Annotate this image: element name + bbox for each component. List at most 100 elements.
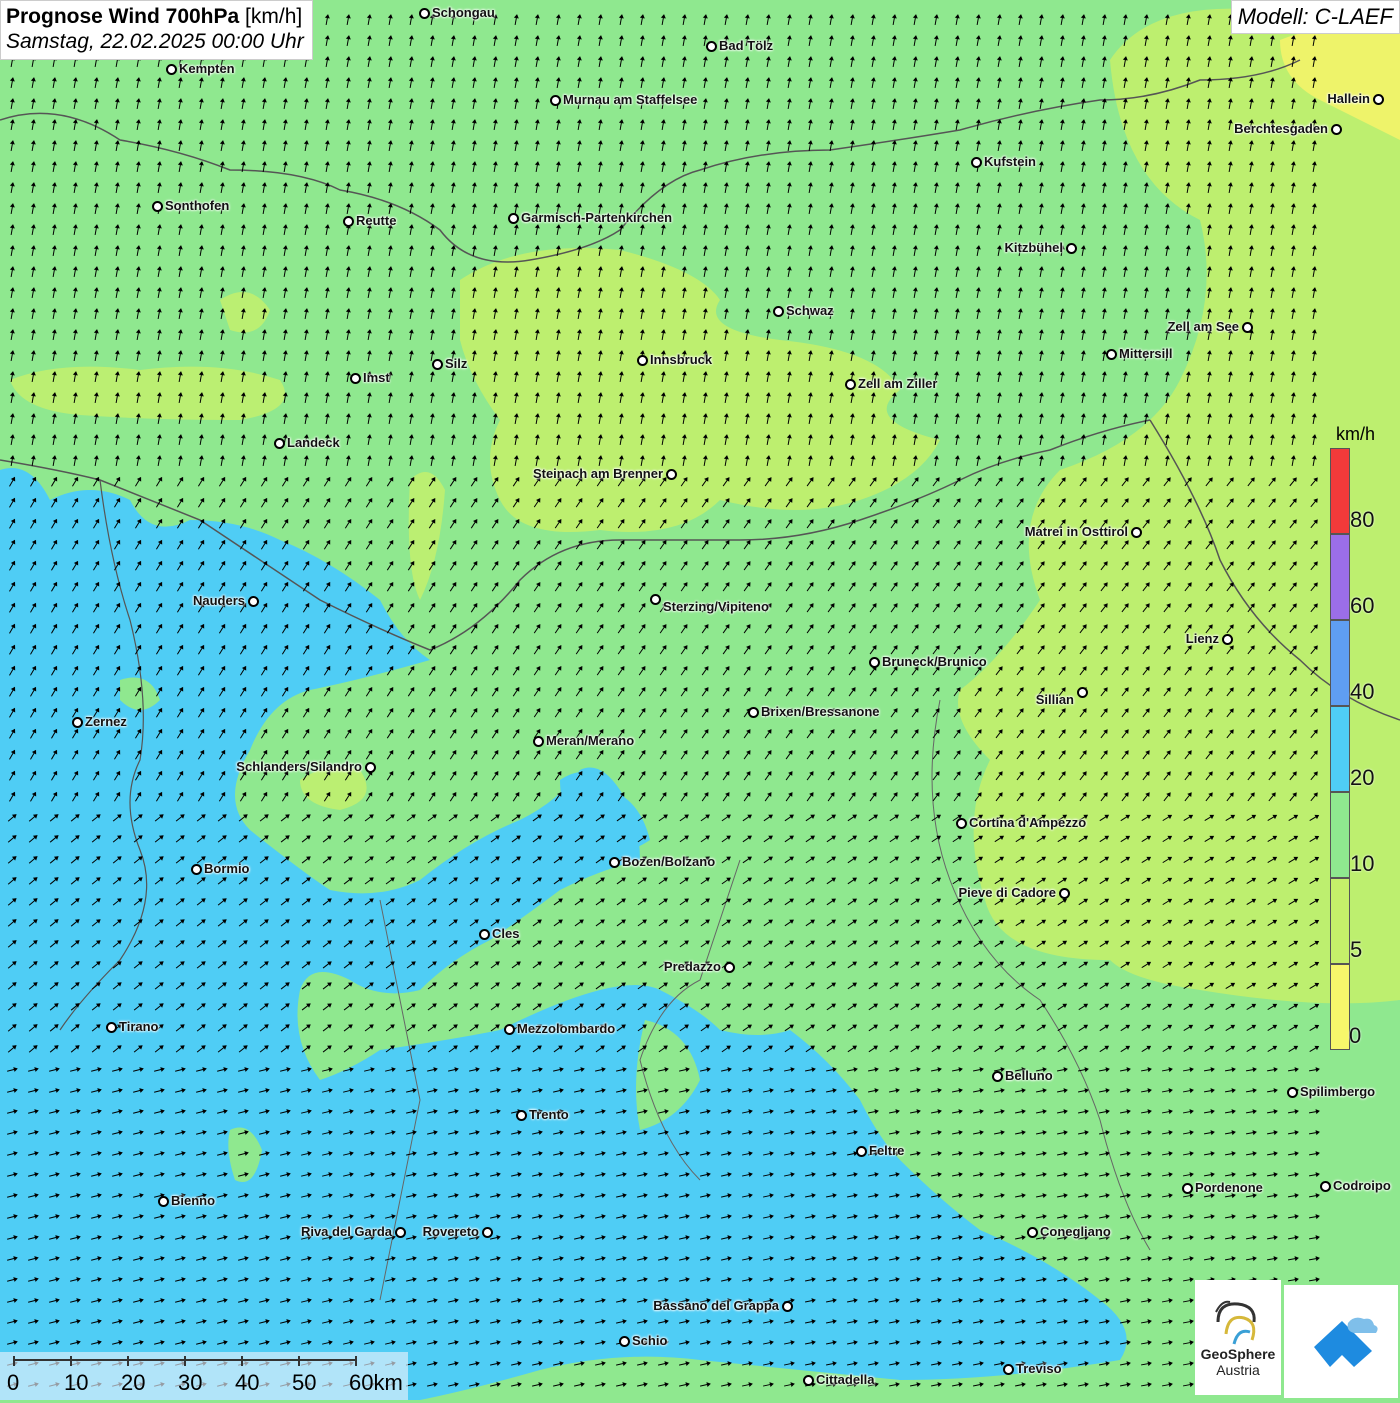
city-marker[interactable]	[782, 1301, 793, 1312]
city-label[interactable]: Sterzing/Vipiteno	[663, 599, 769, 614]
city-marker[interactable]	[971, 157, 982, 168]
city-label[interactable]: Innsbruck	[650, 352, 712, 367]
city-marker[interactable]	[1320, 1181, 1331, 1192]
city-label[interactable]: Pieve di Cadore	[958, 885, 1056, 900]
city-marker[interactable]	[748, 707, 759, 718]
city-label[interactable]: Bassano del Grappa	[653, 1298, 779, 1313]
city-marker[interactable]	[106, 1022, 117, 1033]
city-label[interactable]: Bruneck/Brunico	[882, 654, 987, 669]
city-marker[interactable]	[1287, 1087, 1298, 1098]
city-label[interactable]: Meran/Merano	[546, 733, 634, 748]
city-marker[interactable]	[1373, 94, 1384, 105]
city-marker[interactable]	[350, 373, 361, 384]
city-label[interactable]: Schwaz	[786, 303, 834, 318]
city-label[interactable]: Belluno	[1005, 1068, 1053, 1083]
city-marker[interactable]	[191, 864, 202, 875]
city-label[interactable]: Schlanders/Silandro	[236, 759, 362, 774]
city-label[interactable]: Mittersill	[1119, 346, 1172, 361]
city-marker[interactable]	[365, 762, 376, 773]
city-label[interactable]: Treviso	[1016, 1361, 1062, 1376]
city-marker[interactable]	[152, 201, 163, 212]
city-marker[interactable]	[419, 8, 430, 19]
city-marker[interactable]	[1077, 687, 1088, 698]
city-label[interactable]: Sillian	[1036, 692, 1074, 707]
city-marker[interactable]	[1106, 349, 1117, 360]
city-marker[interactable]	[508, 213, 519, 224]
city-label[interactable]: Berchtesgaden	[1234, 121, 1328, 136]
city-marker[interactable]	[1059, 888, 1070, 899]
city-marker[interactable]	[869, 657, 880, 668]
city-marker[interactable]	[1331, 124, 1342, 135]
city-marker[interactable]	[992, 1071, 1003, 1082]
city-label[interactable]: Kufstein	[984, 154, 1036, 169]
city-marker[interactable]	[773, 306, 784, 317]
city-label[interactable]: Predazzo	[664, 959, 721, 974]
city-marker[interactable]	[845, 379, 856, 390]
city-label[interactable]: Riva del Garda	[301, 1224, 392, 1239]
city-label[interactable]: Pordenone	[1195, 1180, 1263, 1195]
city-label[interactable]: Feltre	[869, 1143, 904, 1158]
city-label[interactable]: Schio	[632, 1333, 667, 1348]
city-marker[interactable]	[343, 216, 354, 227]
city-label[interactable]: Mezzolombardo	[517, 1021, 615, 1036]
city-label[interactable]: Rovereto	[423, 1224, 479, 1239]
city-label[interactable]: Trento	[529, 1107, 569, 1122]
city-label[interactable]: Codroipo	[1333, 1178, 1391, 1193]
city-marker[interactable]	[516, 1110, 527, 1121]
city-label[interactable]: Bienno	[171, 1193, 215, 1208]
city-label[interactable]: Cortina d'Ampezzo	[969, 815, 1086, 830]
city-marker[interactable]	[72, 717, 83, 728]
city-label[interactable]: Sonthofen	[165, 198, 229, 213]
city-label[interactable]: Nauders	[193, 593, 245, 608]
city-marker[interactable]	[1066, 243, 1077, 254]
city-label[interactable]: Bozen/Bolzano	[622, 854, 715, 869]
city-marker[interactable]	[619, 1336, 630, 1347]
city-label[interactable]: Zell am See	[1167, 319, 1239, 334]
city-label[interactable]: Murnau am Staffelsee	[563, 92, 697, 107]
city-marker[interactable]	[650, 594, 661, 605]
city-marker[interactable]	[550, 95, 561, 106]
city-label[interactable]: Spilimbergo	[1300, 1084, 1375, 1099]
city-marker[interactable]	[1131, 527, 1142, 538]
city-marker[interactable]	[637, 355, 648, 366]
city-label[interactable]: Tirano	[119, 1019, 159, 1034]
city-label[interactable]: Reutte	[356, 213, 396, 228]
city-marker[interactable]	[504, 1024, 515, 1035]
city-marker[interactable]	[166, 64, 177, 75]
city-marker[interactable]	[1027, 1227, 1038, 1238]
city-marker[interactable]	[956, 818, 967, 829]
city-marker[interactable]	[1182, 1183, 1193, 1194]
city-label[interactable]: Kempten	[179, 61, 235, 76]
city-label[interactable]: Hallein	[1327, 91, 1370, 106]
city-label[interactable]: Kitzbühel	[1005, 240, 1064, 255]
city-marker[interactable]	[666, 469, 677, 480]
city-marker[interactable]	[248, 596, 259, 607]
city-label[interactable]: Imst	[363, 370, 390, 385]
city-marker[interactable]	[609, 857, 620, 868]
city-label[interactable]: Zell am Ziller	[858, 376, 937, 391]
city-marker[interactable]	[803, 1375, 814, 1386]
city-marker[interactable]	[482, 1227, 493, 1238]
city-marker[interactable]	[533, 736, 544, 747]
city-marker[interactable]	[432, 359, 443, 370]
city-label[interactable]: Lienz	[1186, 631, 1219, 646]
city-label[interactable]: Schongau	[432, 5, 495, 20]
city-label[interactable]: Cles	[492, 926, 519, 941]
city-label[interactable]: Steinach am Brenner	[533, 466, 663, 481]
city-marker[interactable]	[1242, 322, 1253, 333]
city-label[interactable]: Matrei in Osttirol	[1025, 524, 1128, 539]
city-label[interactable]: Bad Tölz	[719, 38, 773, 53]
city-marker[interactable]	[706, 41, 717, 52]
city-marker[interactable]	[724, 962, 735, 973]
city-marker[interactable]	[1003, 1364, 1014, 1375]
city-marker[interactable]	[856, 1146, 867, 1157]
city-label[interactable]: Cittadella	[816, 1372, 875, 1387]
city-label[interactable]: Conegliano	[1040, 1224, 1111, 1239]
city-marker[interactable]	[479, 929, 490, 940]
city-label[interactable]: Landeck	[287, 435, 340, 450]
city-label[interactable]: Brixen/Bressanone	[761, 704, 880, 719]
city-marker[interactable]	[1222, 634, 1233, 645]
city-marker[interactable]	[274, 438, 285, 449]
city-label[interactable]: Bormio	[204, 861, 250, 876]
city-label[interactable]: Garmisch-Partenkirchen	[521, 210, 672, 225]
